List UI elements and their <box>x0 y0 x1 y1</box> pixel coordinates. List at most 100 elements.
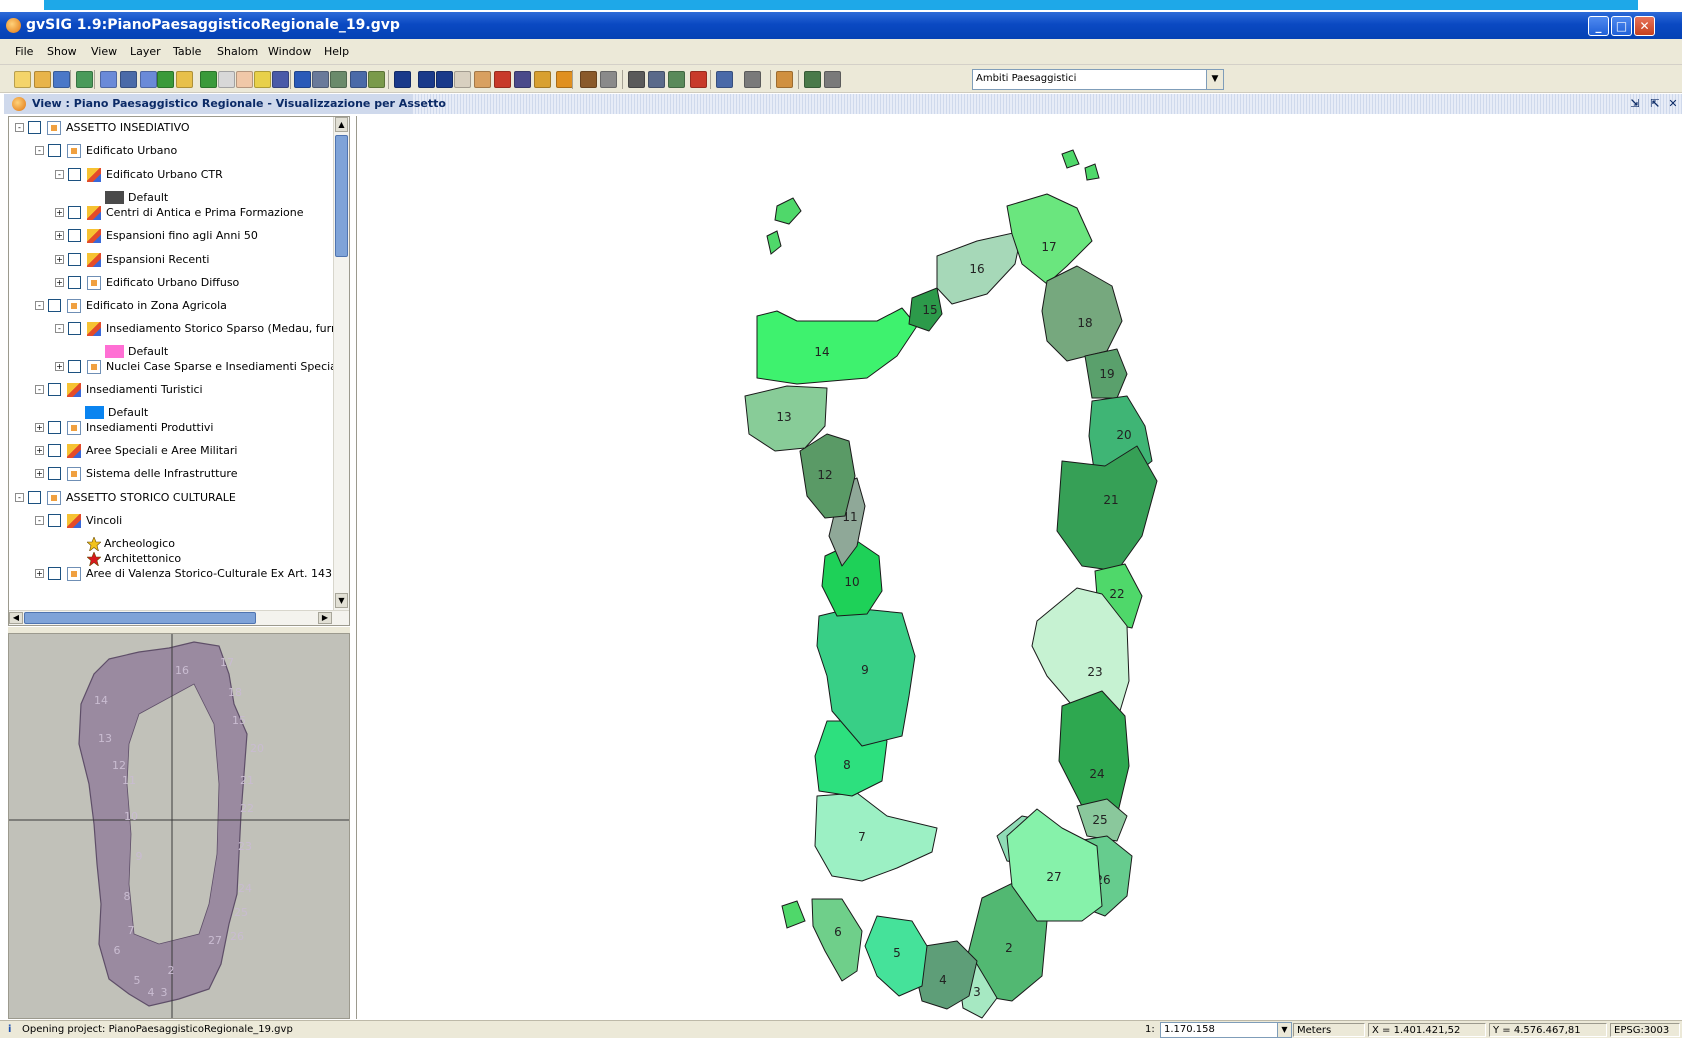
toc-row[interactable]: - Insediamento Storico Sparso (Medau, fur… <box>9 320 349 338</box>
landscape-area-6[interactable] <box>811 898 863 982</box>
landscape-area-14[interactable] <box>756 307 918 385</box>
layer-visibility-checkbox[interactable] <box>48 383 61 396</box>
collapse-icon[interactable]: - <box>35 385 44 394</box>
georef-icon[interactable] <box>600 71 617 88</box>
layer-visibility-checkbox[interactable] <box>68 322 81 335</box>
layer-visibility-checkbox[interactable] <box>48 444 61 457</box>
layer-visibility-checkbox[interactable] <box>68 360 81 373</box>
snap-icon[interactable] <box>368 71 385 88</box>
layer-name[interactable]: Insediamenti Produttivi <box>86 421 213 434</box>
toc-row[interactable]: + Nuclei Case Sparse e Insediamenti Speci… <box>9 358 349 376</box>
layer-visibility-checkbox[interactable] <box>48 299 61 312</box>
layer-name[interactable]: Nuclei Case Sparse e Insediamenti Specia… <box>106 360 349 373</box>
layer-name[interactable]: Edificato Urbano Diffuso <box>106 276 239 289</box>
minimize-button[interactable]: _ <box>1588 16 1609 36</box>
layer-name[interactable]: Edificato Urbano <box>86 144 177 157</box>
filter-icon[interactable] <box>556 71 573 88</box>
add-layer-icon[interactable] <box>76 71 93 88</box>
select-rect-icon[interactable] <box>418 71 435 88</box>
layer-visibility-checkbox[interactable] <box>48 144 61 157</box>
map-view[interactable]: 1234567891011121314151617181920212223242… <box>356 116 1682 1019</box>
new-project-icon[interactable] <box>14 71 31 88</box>
expand-icon[interactable]: + <box>55 255 64 264</box>
hyperlink-icon[interactable] <box>350 71 367 88</box>
toc-hscroll-thumb[interactable] <box>24 612 256 624</box>
active-layer-combo[interactable]: Ambiti Paesaggistici ▼ <box>972 69 1224 90</box>
menu-shalom[interactable]: Shalom <box>217 45 258 58</box>
legend-icon[interactable] <box>824 71 841 88</box>
layer-visibility-checkbox[interactable] <box>28 491 41 504</box>
tool-e-icon[interactable] <box>716 71 733 88</box>
toc-row[interactable]: + Centri di Antica e Prima Formazione <box>9 204 331 222</box>
menu-table[interactable]: Table <box>173 45 201 58</box>
layer-visibility-checkbox[interactable] <box>68 168 81 181</box>
info-icon[interactable] <box>294 71 311 88</box>
select-poly-icon[interactable] <box>436 71 453 88</box>
pan-icon[interactable] <box>236 71 253 88</box>
toc-row[interactable]: + Aree Speciali e Aree Militari <box>9 442 331 460</box>
toc-row[interactable]: - Edificato in Zona Agricola <box>9 297 331 315</box>
clear-select-icon[interactable] <box>534 71 551 88</box>
expand-icon[interactable]: + <box>35 423 44 432</box>
expand-icon[interactable]: + <box>55 362 64 371</box>
toc-row[interactable]: - Insediamenti Turistici <box>9 381 331 399</box>
layer-name[interactable]: Edificato in Zona Agricola <box>86 299 227 312</box>
toc-row[interactable]: + Edificato Urbano Diffuso <box>9 274 331 292</box>
chevron-down-icon[interactable]: ▼ <box>1206 70 1223 89</box>
view-maximize-icon[interactable]: ⇱ <box>1648 97 1662 111</box>
landscape-area-18[interactable] <box>1041 265 1123 362</box>
layer-name[interactable]: Aree di Valenza Storico-Culturale Ex Art… <box>86 567 349 580</box>
maximize-button[interactable]: □ <box>1611 16 1632 36</box>
select-layer-icon[interactable] <box>474 71 491 88</box>
select-circle-icon[interactable] <box>454 71 471 88</box>
close-button[interactable]: ✕ <box>1634 16 1655 36</box>
layer-visibility-checkbox[interactable] <box>68 253 81 266</box>
layers-icon[interactable] <box>804 71 821 88</box>
layer-visibility-checkbox[interactable] <box>68 229 81 242</box>
layer-name[interactable]: Centri di Antica e Prima Formazione <box>106 206 303 219</box>
zoom-rect-icon[interactable] <box>120 71 137 88</box>
layer-name[interactable]: ASSETTO INSEDIATIVO <box>66 121 190 134</box>
open-project-icon[interactable] <box>34 71 51 88</box>
layer-name[interactable]: Espansioni Recenti <box>106 253 210 266</box>
menu-layer[interactable]: Layer <box>130 45 161 58</box>
tool-c-icon[interactable] <box>668 71 685 88</box>
landscape-area-24[interactable] <box>1058 690 1130 817</box>
layer-name[interactable]: Aree Speciali e Aree Militari <box>86 444 237 457</box>
toc-horizontal-scrollbar[interactable]: ◀ ▶ <box>9 610 349 625</box>
menu-help[interactable]: Help <box>324 45 349 58</box>
toc-row[interactable]: - Edificato Urbano <box>9 142 331 160</box>
toc-vscroll-thumb[interactable] <box>335 135 348 257</box>
layer-name[interactable]: Insediamento Storico Sparso (Medau, furr… <box>106 322 349 335</box>
zoom-out-icon[interactable] <box>140 71 157 88</box>
layer-visibility-checkbox[interactable] <box>48 467 61 480</box>
layer-visibility-checkbox[interactable] <box>68 206 81 219</box>
layer-name[interactable]: ASSETTO STORICO CULTURALE <box>66 491 236 504</box>
collapse-icon[interactable]: - <box>15 123 24 132</box>
locate-icon[interactable] <box>254 71 271 88</box>
layer-visibility-checkbox[interactable] <box>48 567 61 580</box>
toc-row[interactable]: - ASSETTO STORICO CULTURALE <box>9 489 331 507</box>
expand-icon[interactable]: + <box>55 231 64 240</box>
expand-icon[interactable]: + <box>55 208 64 217</box>
area-icon[interactable] <box>330 71 347 88</box>
tool-b-icon[interactable] <box>648 71 665 88</box>
toc-row[interactable]: - ASSETTO INSEDIATIVO <box>9 119 331 137</box>
toc-vertical-scrollbar[interactable]: ▲ ▼ <box>333 117 349 610</box>
collapse-icon[interactable]: - <box>35 516 44 525</box>
landscape-area-7[interactable] <box>814 792 938 882</box>
toc-row[interactable]: + Insediamenti Produttivi <box>9 419 331 437</box>
menu-file[interactable]: File <box>15 45 33 58</box>
zoom-full-icon[interactable] <box>157 71 174 88</box>
toc-row[interactable]: + Espansioni Recenti <box>9 251 331 269</box>
menu-view[interactable]: View <box>91 45 117 58</box>
toc-row[interactable]: + Sistema delle Infrastrutture <box>9 465 331 483</box>
layer-visibility-checkbox[interactable] <box>48 421 61 434</box>
layer-name[interactable]: Insediamenti Turistici <box>86 383 203 396</box>
toc-row[interactable]: - Edificato Urbano CTR <box>9 166 331 184</box>
scroll-right-icon[interactable]: ▶ <box>318 612 332 624</box>
chevron-down-icon[interactable]: ▼ <box>1277 1023 1291 1037</box>
expand-icon[interactable]: + <box>55 278 64 287</box>
zoom-layer-icon[interactable] <box>176 71 193 88</box>
collapse-icon[interactable]: - <box>35 146 44 155</box>
